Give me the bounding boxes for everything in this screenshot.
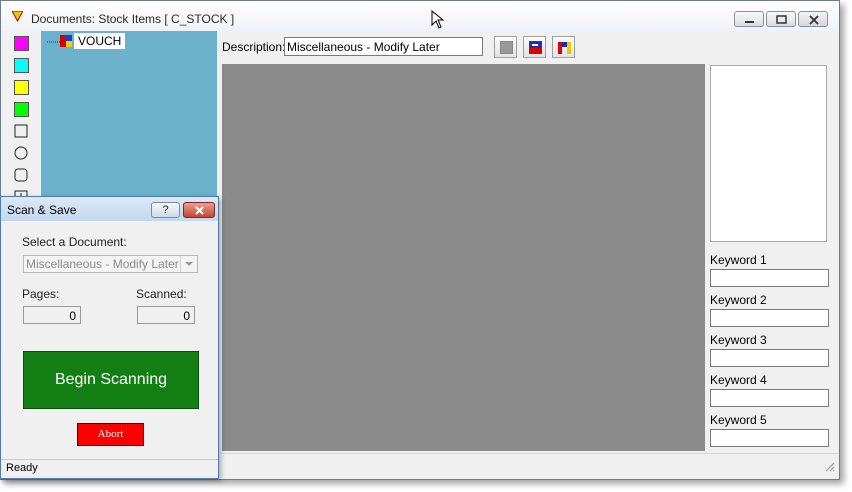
- app-icon: [12, 11, 23, 22]
- pages-count: 0: [23, 306, 81, 324]
- title-bar[interactable]: Documents: Stock Items [ C_STOCK ]: [1, 1, 839, 31]
- select-document-label: Select a Document:: [22, 235, 127, 249]
- keyword-4-field[interactable]: [710, 389, 829, 407]
- chevron-down-icon: [180, 256, 197, 272]
- gray-square-icon: [500, 41, 513, 54]
- maximize-button[interactable]: [766, 11, 796, 27]
- description-label: Description:: [222, 40, 286, 54]
- abort-button[interactable]: Abort: [77, 423, 144, 446]
- begin-scanning-button[interactable]: Begin Scanning: [23, 351, 199, 409]
- resize-grip-icon[interactable]: [823, 460, 835, 472]
- document-type-value: Miscellaneous - Modify Later: [26, 257, 179, 271]
- toolbar-button-1[interactable]: [494, 36, 517, 58]
- keyword-1-label: Keyword 1: [710, 253, 767, 267]
- keyword-2-field[interactable]: [710, 309, 829, 327]
- rounded-square-icon[interactable]: [14, 168, 29, 183]
- green-swatch[interactable]: [14, 102, 29, 117]
- document-type-select[interactable]: Miscellaneous - Modify Later: [23, 255, 198, 273]
- window-title: Documents: Stock Items [ C_STOCK ]: [31, 12, 235, 26]
- circle-outline-icon[interactable]: [14, 146, 29, 161]
- tool-palette: [9, 31, 37, 201]
- cyan-swatch[interactable]: [14, 58, 29, 73]
- scanned-count: 0: [137, 306, 195, 324]
- main-status-bar: [221, 453, 839, 476]
- minimize-button[interactable]: [734, 11, 764, 27]
- minimize-icon: [745, 21, 754, 23]
- square-outline-icon[interactable]: [14, 124, 29, 139]
- close-icon: [809, 15, 819, 25]
- close-icon: [195, 206, 204, 215]
- tree-connector-icon: [47, 41, 61, 43]
- keyword-5-field[interactable]: [710, 429, 829, 447]
- dialog-title: Scan & Save: [7, 203, 77, 217]
- scan-save-dialog: Scan & Save ? Select a Document: Miscell…: [0, 196, 219, 479]
- flag-icon: [529, 41, 542, 54]
- document-viewer[interactable]: [222, 64, 705, 451]
- keyword-3-label: Keyword 3: [710, 333, 767, 347]
- tree-node-vouch[interactable]: VOUCH: [74, 33, 126, 49]
- restore-icon: [776, 15, 787, 24]
- pages-label: Pages:: [22, 287, 60, 301]
- color-bars-icon: [558, 42, 571, 54]
- thumbnail-preview: [710, 65, 827, 242]
- folder-icon: [60, 35, 72, 47]
- dialog-close-button[interactable]: [183, 202, 215, 218]
- document-tree[interactable]: VOUCH: [41, 31, 217, 201]
- magenta-swatch[interactable]: [14, 36, 29, 51]
- toolbar-button-3[interactable]: [552, 36, 575, 58]
- close-window-button[interactable]: [798, 11, 828, 27]
- keyword-1-field[interactable]: [710, 269, 829, 287]
- toolbar-button-2[interactable]: [523, 36, 546, 58]
- keyword-3-field[interactable]: [710, 349, 829, 367]
- yellow-swatch[interactable]: [14, 80, 29, 95]
- description-input[interactable]: [284, 37, 483, 56]
- dialog-title-bar[interactable]: Scan & Save ?: [1, 197, 218, 221]
- keyword-4-label: Keyword 4: [710, 373, 767, 387]
- keyword-2-label: Keyword 2: [710, 293, 767, 307]
- dialog-status-bar: Ready: [1, 459, 218, 478]
- keyword-5-label: Keyword 5: [710, 413, 767, 427]
- scanned-label: Scanned:: [136, 287, 187, 301]
- help-button[interactable]: ?: [151, 202, 180, 218]
- mouse-cursor-icon: [431, 10, 445, 29]
